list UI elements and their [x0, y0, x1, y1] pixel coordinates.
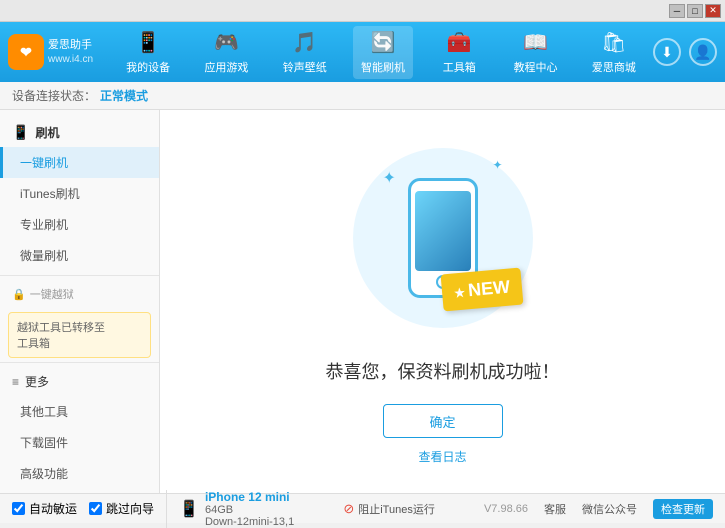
- auto-start-input[interactable]: [12, 502, 25, 515]
- nav-smart-flash[interactable]: 🔄 智能刷机: [353, 26, 413, 79]
- wechat-link[interactable]: 微信公众号: [582, 501, 637, 517]
- stop-itunes-button[interactable]: ⊘ 阻止iTunes运行: [343, 501, 435, 517]
- logo-icon: ❤: [8, 34, 44, 70]
- sidebar-item-other-tools[interactable]: 其他工具: [0, 396, 159, 427]
- nav-toolbox[interactable]: 🧰 工具箱: [431, 26, 487, 79]
- lock-icon: 🔒: [12, 288, 26, 301]
- tutorials-icon: 📖: [523, 30, 548, 55]
- flash-section-icon: 📱: [12, 124, 29, 141]
- sidebar-item-pro-flash[interactable]: 专业刷机: [0, 209, 159, 240]
- auto-start-checkbox[interactable]: 自动敏运: [12, 500, 77, 517]
- sidebar-jailbreak-warning: 越狱工具已转移至工具箱: [8, 312, 151, 358]
- update-button[interactable]: 检查更新: [653, 499, 713, 519]
- nav-items: 📱 我的设备 🎮 应用游戏 🎵 铃声壁纸 🔄 智能刷机 🧰 工具箱 📖 教程中心…: [109, 26, 653, 79]
- new-badge: NEW: [441, 268, 524, 312]
- more-section-icon: ≡: [12, 375, 19, 389]
- sidebar-jailbreak-note: 🔒 一键越狱: [0, 280, 159, 308]
- sidebar-item-one-click-flash[interactable]: 一键刷机: [0, 147, 159, 178]
- smart-flash-icon: 🔄: [371, 30, 396, 55]
- device-phone-icon: 📱: [179, 499, 199, 519]
- download-button[interactable]: ⬇: [653, 38, 681, 66]
- device-info-container: 📱 iPhone 12 mini 64GB Down-12mini-13,1: [166, 490, 294, 528]
- nav-tutorials[interactable]: 📖 教程中心: [506, 26, 566, 79]
- nav-ringtones[interactable]: 🎵 铃声壁纸: [275, 26, 335, 79]
- main-content: 📱 刷机 一键刷机 iTunes刷机 专业刷机 微量刷机 🔒 一键越狱 越狱工具…: [0, 110, 725, 493]
- status-bar: 设备连接状态： 正常模式: [0, 82, 725, 110]
- illustration: ✦ ✦ NEW: [333, 138, 553, 338]
- bottom-right: V7.98.66 客服 微信公众号 检查更新: [484, 499, 713, 519]
- sidebar-divider-2: [0, 362, 159, 363]
- title-bar: ─ □ ✕: [0, 0, 725, 22]
- minimize-button[interactable]: ─: [669, 4, 685, 18]
- bottom-bar: 自动敏运 跳过向导 📱 iPhone 12 mini 64GB Down-12m…: [0, 493, 725, 523]
- nav-actions: ⬇ 👤: [653, 38, 717, 66]
- history-link[interactable]: 查看日志: [418, 448, 466, 465]
- sidebar-divider-1: [0, 275, 159, 276]
- maximize-button[interactable]: □: [687, 4, 703, 18]
- through-wizard-checkbox[interactable]: 跳过向导: [89, 500, 154, 517]
- itunes-stop-icon: ⊘: [343, 501, 354, 517]
- bottom-center-right: ⊘ 阻止iTunes运行: [343, 501, 435, 517]
- success-message: 恭喜您，保资料刷机成功啦！: [326, 358, 560, 384]
- my-device-icon: 📱: [136, 30, 161, 55]
- sidebar-item-advanced[interactable]: 高级功能: [0, 458, 159, 489]
- sidebar-section-more: ≡ 更多: [0, 367, 159, 396]
- device-row: 📱 iPhone 12 mini 64GB Down-12mini-13,1: [179, 490, 294, 528]
- nav-wishlist[interactable]: 🛍 爱思商城: [584, 26, 644, 79]
- phone-circle: ✦ ✦ NEW: [353, 148, 533, 328]
- phone-screen: [415, 191, 471, 271]
- sidebar-item-download-firmware[interactable]: 下载固件: [0, 427, 159, 458]
- user-button[interactable]: 👤: [689, 38, 717, 66]
- customer-service-link[interactable]: 客服: [544, 501, 566, 517]
- nav-apps-games[interactable]: 🎮 应用游戏: [196, 26, 256, 79]
- bottom-left: 自动敏运 跳过向导 📱 iPhone 12 mini 64GB Down-12m…: [12, 490, 294, 528]
- sidebar: 📱 刷机 一键刷机 iTunes刷机 专业刷机 微量刷机 🔒 一键越狱 越狱工具…: [0, 110, 160, 493]
- sparkle-icon-tl: ✦: [383, 168, 396, 188]
- through-wizard-input[interactable]: [89, 502, 102, 515]
- close-button[interactable]: ✕: [705, 4, 721, 18]
- sidebar-item-itunes-flash[interactable]: iTunes刷机: [0, 178, 159, 209]
- apps-icon: 🎮: [214, 30, 239, 55]
- nav-my-device[interactable]: 📱 我的设备: [118, 26, 178, 79]
- top-nav: ❤ 爱思助手 www.i4.cn 📱 我的设备 🎮 应用游戏 🎵 铃声壁纸 🔄 …: [0, 22, 725, 82]
- ringtones-icon: 🎵: [292, 30, 317, 55]
- sidebar-item-wipe-flash[interactable]: 微量刷机: [0, 240, 159, 271]
- confirm-button[interactable]: 确定: [383, 404, 503, 438]
- sidebar-section-flash: 📱 刷机: [0, 118, 159, 147]
- logo-text: 爱思助手 www.i4.cn: [48, 38, 93, 65]
- window-controls: ─ □ ✕: [669, 4, 721, 18]
- center-content: ✦ ✦ NEW 恭喜您，保资料刷机成功啦！ 确定 查看日志: [160, 110, 725, 493]
- toolbox-icon: 🧰: [447, 30, 472, 55]
- wishlist-icon: 🛍: [601, 30, 626, 55]
- logo: ❤ 爱思助手 www.i4.cn: [8, 34, 93, 70]
- sparkle-icon-tr: ✦: [492, 158, 502, 172]
